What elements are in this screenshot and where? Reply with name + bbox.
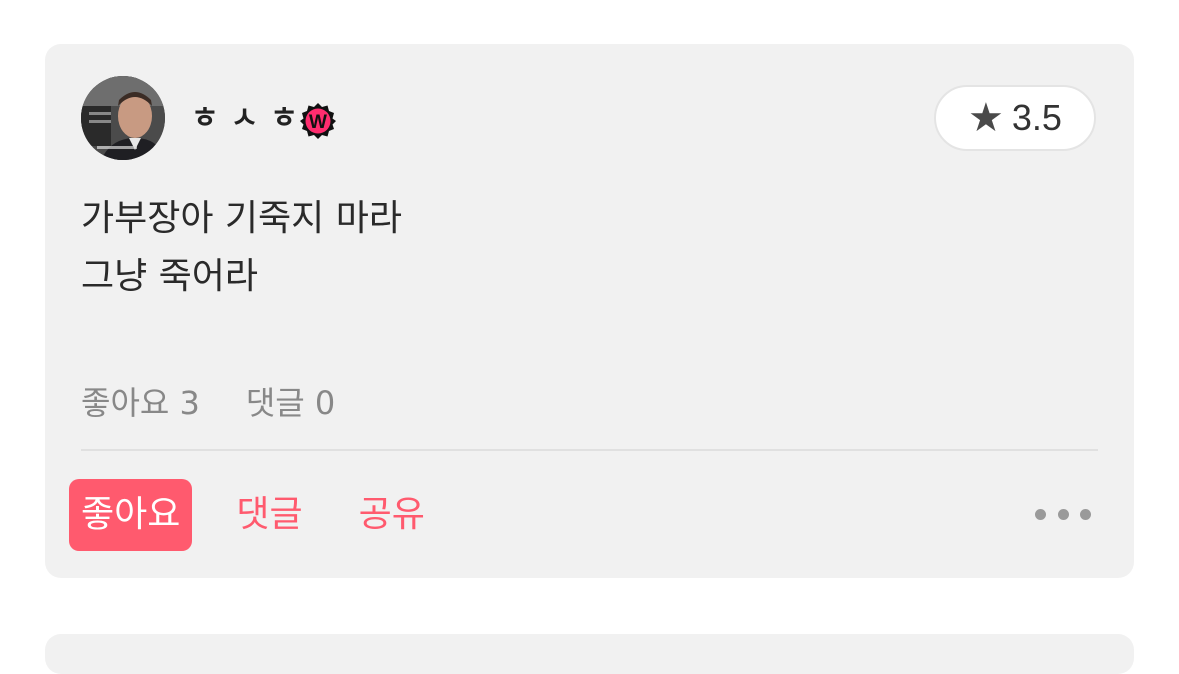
action-bar: 좋아요 댓글 공유 <box>69 479 469 551</box>
username[interactable]: ㅎㅅㅎ <box>191 101 310 137</box>
divider <box>81 449 1098 451</box>
star-icon: ★ <box>968 95 1004 141</box>
like-count[interactable]: 좋아요 3 <box>81 378 200 424</box>
like-button[interactable]: 좋아요 <box>69 479 193 551</box>
review-line: 그냥 죽어라 <box>81 256 259 297</box>
rating-pill: ★ 3.5 <box>934 85 1096 151</box>
more-dot <box>1080 508 1091 520</box>
more-horizontal-icon[interactable] <box>1035 496 1091 532</box>
svg-text:W: W <box>309 112 327 133</box>
comment-count[interactable]: 댓글 0 <box>246 378 335 424</box>
avatar[interactable] <box>81 76 165 160</box>
post-stats: 좋아요 3 댓글 0 <box>81 378 335 424</box>
review-card: ㅎㅅㅎ W ★ 3.5 가부장아 기죽지 마라 그냥 죽어라 좋아요 3 댓글 … <box>45 44 1134 578</box>
review-line: 가부장아 기죽지 마라 <box>81 198 402 239</box>
more-dot <box>1057 508 1069 520</box>
verified-badge-icon: W <box>299 102 337 140</box>
share-button[interactable]: 공유 <box>347 479 437 551</box>
more-dot <box>1035 508 1046 520</box>
next-review-card <box>45 634 1134 674</box>
rating-value: 3.5 <box>1011 97 1062 138</box>
comment-button[interactable]: 댓글 <box>224 479 314 551</box>
review-text: 가부장아 기죽지 마라 그냥 죽어라 <box>81 190 402 306</box>
